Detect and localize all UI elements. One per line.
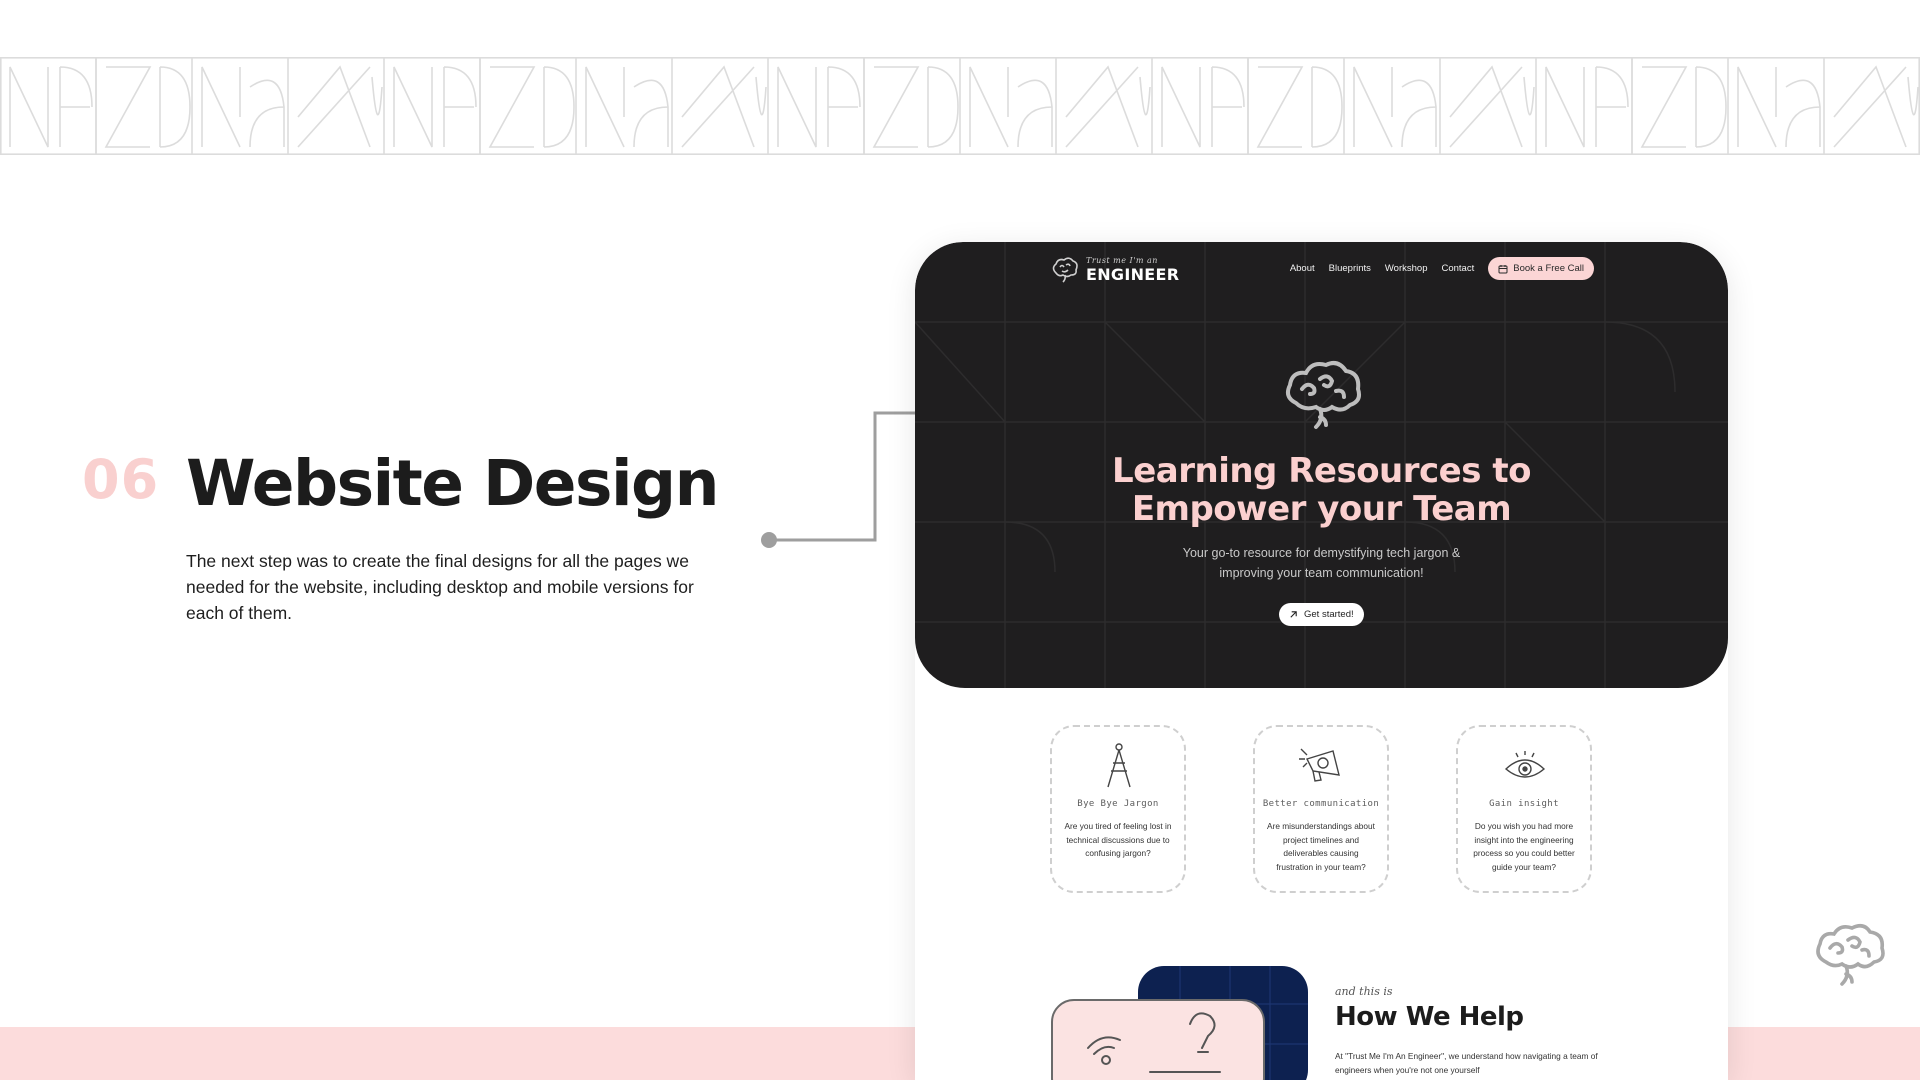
section-title: Website Design	[186, 447, 720, 520]
website-mockup: Trust me I'm an ENGINEER About Blueprint…	[915, 242, 1728, 1080]
feature-card-jargon[interactable]: Bye Bye Jargon Are you tired of feeling …	[1050, 725, 1186, 893]
calendar-icon	[1498, 264, 1508, 273]
feature-card-insight[interactable]: Gain insight Do you wish you had more in…	[1456, 725, 1592, 893]
book-call-label: Book a Free Call	[1513, 263, 1584, 274]
nav-about[interactable]: About	[1290, 263, 1315, 274]
hero-subtitle-line-2: improving your team communication!	[1219, 566, 1424, 580]
arrow-up-right-icon	[1290, 611, 1297, 618]
brain-hero-icon	[1286, 361, 1361, 429]
nav-workshop[interactable]: Workshop	[1385, 263, 1428, 274]
card-text: Are you tired of feeling lost in technic…	[1064, 821, 1172, 858]
site-logo[interactable]: Trust me I'm an ENGINEER	[1050, 255, 1179, 285]
compass-icon	[1107, 743, 1131, 788]
brain-logo-icon	[1052, 257, 1078, 283]
nav-contact[interactable]: Contact	[1441, 263, 1474, 274]
how-we-help-text: At "Trust Me I'm An Engineer", we unders…	[1335, 1051, 1598, 1075]
section-description: The next step was to create the final de…	[186, 551, 694, 623]
card-text: Do you wish you had more insight into th…	[1473, 821, 1575, 872]
nav-blueprints[interactable]: Blueprints	[1329, 263, 1371, 274]
section-number: 06	[82, 448, 160, 511]
hero-subtitle-line-1: Your go-to resource for demystifying tec…	[1182, 546, 1461, 560]
decorative-pattern-band	[0, 57, 1920, 155]
brain-corner-icon	[1816, 923, 1885, 986]
get-started-label: Get started!	[1304, 609, 1354, 620]
how-we-help-title: How We Help	[1335, 1002, 1524, 1032]
card-title: Bye Bye Jargon	[1077, 799, 1159, 809]
card-text: Are misunderstandings about project time…	[1267, 821, 1375, 872]
feature-card-communication[interactable]: Better communication Are misunderstandin…	[1253, 725, 1389, 893]
hero-section: Trust me I'm an ENGINEER About Blueprint…	[915, 242, 1728, 688]
card-title: Gain insight	[1489, 799, 1559, 809]
hero-title-line-2: Empower your Team	[1131, 489, 1512, 529]
get-started-button[interactable]: Get started!	[1279, 603, 1364, 626]
book-call-button[interactable]: Book a Free Call	[1488, 257, 1594, 280]
eye-icon	[1504, 751, 1546, 778]
hero-title: Learning Resources to Empower your Team	[915, 452, 1728, 528]
logo-tagline: Trust me I'm an	[1086, 256, 1158, 265]
card-title: Better communication	[1262, 799, 1380, 809]
how-we-help-eyebrow: and this is	[1335, 985, 1393, 998]
logo-wordmark: ENGINEER	[1086, 265, 1180, 284]
main-nav: About Blueprints Workshop Contact Book a…	[1290, 257, 1594, 280]
hero-title-line-1: Learning Resources to	[1112, 451, 1531, 491]
hero-subtitle: Your go-to resource for demystifying tec…	[915, 543, 1728, 583]
how-we-help-illustration	[1051, 966, 1308, 1080]
megaphone-icon	[1299, 748, 1340, 782]
